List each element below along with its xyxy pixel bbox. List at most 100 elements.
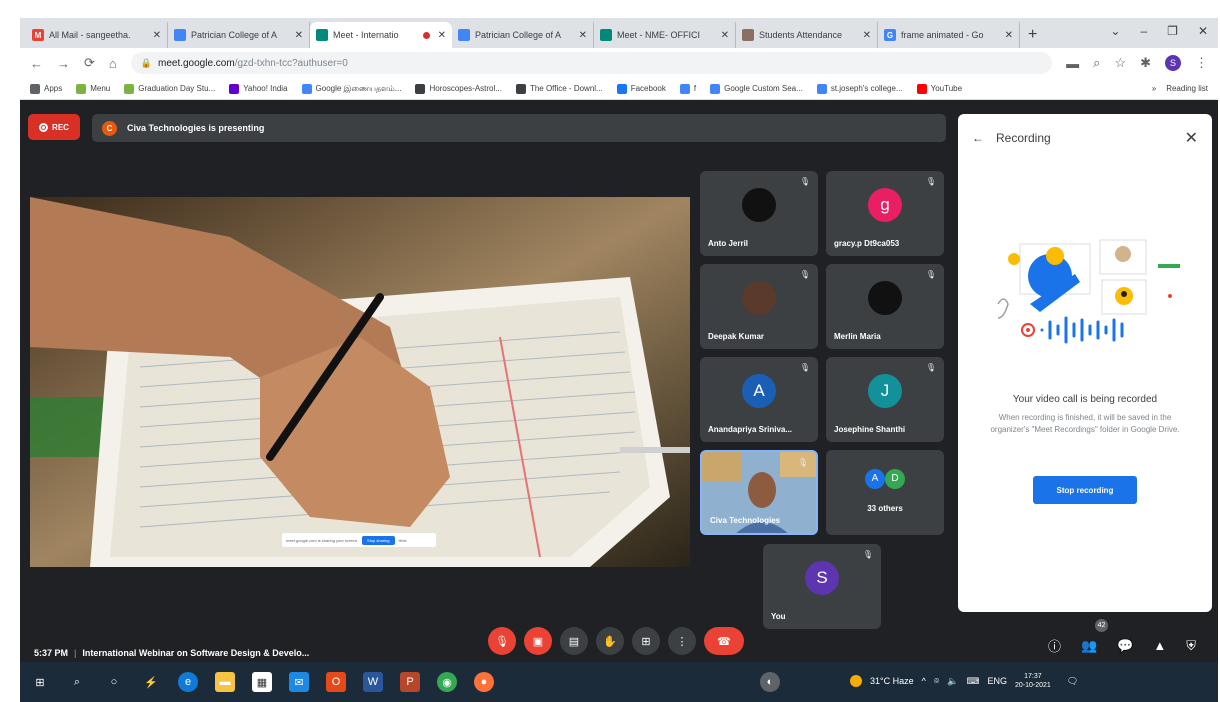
stop-sharing-button[interactable]: Stop sharing bbox=[362, 535, 395, 545]
tab-1[interactable]: Patrician College of A ✕ bbox=[168, 22, 310, 48]
close-tab-icon[interactable]: ✕ bbox=[721, 30, 729, 41]
extensions-icon[interactable]: ✱ bbox=[1140, 55, 1151, 71]
close-tab-icon[interactable]: ✕ bbox=[579, 30, 587, 41]
camera-icon[interactable]: ▬ bbox=[1066, 56, 1079, 71]
muted-mic-icon: 🎙 bbox=[925, 177, 936, 186]
mic-off-icon[interactable]: 🎙 bbox=[488, 627, 516, 655]
bookmark-item[interactable]: Facebook bbox=[616, 83, 666, 94]
lock-icon[interactable]: 🔒 bbox=[141, 58, 152, 69]
language-indicator[interactable]: ENG bbox=[987, 676, 1007, 686]
volume-icon[interactable]: 🔈 bbox=[947, 676, 958, 687]
rec-label: REC bbox=[52, 122, 69, 132]
firefox-icon[interactable]: ● bbox=[474, 672, 494, 692]
file-explorer-icon[interactable]: ▬ bbox=[215, 672, 235, 692]
search-icon[interactable]: ⌕ bbox=[67, 672, 87, 692]
reload-icon[interactable]: ⟳ bbox=[84, 55, 95, 71]
weather-text[interactable]: 31°C Haze bbox=[870, 676, 914, 686]
bookmark-item[interactable]: st.joseph's college... bbox=[816, 83, 903, 94]
more-options-icon[interactable]: ⋮ bbox=[668, 627, 696, 655]
bookmark-item[interactable]: Yahoo! India bbox=[229, 83, 288, 94]
zoom-icon[interactable]: ⌕ bbox=[1093, 55, 1100, 71]
participant-name: Josephine Shanthi bbox=[834, 425, 906, 434]
close-tab-icon[interactable]: ✕ bbox=[295, 30, 303, 41]
participant-tile[interactable]: A 🎙 Anandapriya Sriniva... bbox=[700, 357, 818, 442]
chat-icon[interactable]: 💬 bbox=[1117, 638, 1133, 654]
minimize-icon[interactable]: – bbox=[1140, 24, 1147, 38]
office-icon[interactable]: O bbox=[326, 672, 346, 692]
bookmark-item[interactable]: f bbox=[679, 83, 696, 94]
mail-icon[interactable]: ✉ bbox=[289, 672, 309, 692]
tray-overflow-icon[interactable]: ^ bbox=[922, 676, 926, 686]
bookmark-item[interactable]: Apps bbox=[30, 83, 62, 94]
bookmarks-more-icon[interactable]: » bbox=[1152, 84, 1156, 93]
keyboard-icon[interactable]: ⌨ bbox=[966, 676, 979, 687]
participant-tile[interactable]: g 🎙 gracy.p Dt9ca053 bbox=[826, 171, 944, 256]
host-controls-icon[interactable]: ⛨ bbox=[1186, 638, 1196, 654]
bookmark-item[interactable]: Google இணையதளம்... bbox=[301, 83, 401, 94]
bookmark-favicon-icon bbox=[415, 83, 426, 94]
app-icon[interactable]: ◐ bbox=[760, 672, 780, 692]
bookmark-item[interactable]: Menu bbox=[76, 83, 110, 94]
participant-tile[interactable]: 🎙 Anto Jerril bbox=[700, 171, 818, 256]
tab-3[interactable]: Patrician College of A ✕ bbox=[452, 22, 594, 48]
chrome-icon[interactable]: ◉ bbox=[437, 672, 457, 692]
star-icon[interactable]: ☆ bbox=[1114, 55, 1126, 71]
participant-tile[interactable]: A D 33 others bbox=[826, 450, 944, 535]
end-call-icon[interactable]: ☎ bbox=[704, 627, 744, 655]
windows-start-icon[interactable]: ⊞ bbox=[30, 672, 50, 692]
tab-search-icon[interactable]: ⌄ bbox=[1110, 24, 1120, 38]
cortana-icon[interactable]: ○ bbox=[104, 672, 124, 692]
close-tab-icon[interactable]: ✕ bbox=[1005, 30, 1013, 41]
close-tab-icon[interactable]: ✕ bbox=[153, 30, 161, 41]
bookmark-item[interactable]: Horoscopes-Astrol... bbox=[415, 83, 502, 94]
store-icon[interactable]: ▦ bbox=[252, 672, 272, 692]
camera-off-icon[interactable]: ▣ bbox=[524, 627, 552, 655]
taskbar-clock[interactable]: 17:37 20-10-2021 bbox=[1015, 672, 1051, 690]
maximize-icon[interactable]: ❐ bbox=[1167, 24, 1178, 38]
participant-tile[interactable]: 🎙 Civa Technologies bbox=[700, 450, 818, 535]
address-bar[interactable]: 🔒 meet.google.com/gzd-txhn-tcc?authuser=… bbox=[130, 52, 1053, 74]
bookmark-item[interactable]: Graduation Day Stu... bbox=[124, 83, 215, 94]
back-arrow-icon[interactable]: ← bbox=[972, 131, 984, 145]
stop-recording-button[interactable]: Stop recording bbox=[1033, 476, 1137, 504]
close-icon[interactable]: ✕ bbox=[1185, 128, 1198, 148]
participant-tile[interactable]: S 🎙 You bbox=[763, 544, 881, 629]
tab-6[interactable]: Gframe animated - Go ✕ bbox=[878, 22, 1020, 48]
tab-0[interactable]: M All Mail - sangeetha. ✕ bbox=[26, 22, 168, 48]
tab-2[interactable]: Meet - Internatio ✕ bbox=[310, 22, 452, 48]
people-icon[interactable]: 👥 bbox=[1081, 638, 1097, 654]
close-window-icon[interactable]: ✕ bbox=[1198, 24, 1208, 38]
weather-icon[interactable] bbox=[850, 675, 862, 687]
captions-icon[interactable]: ▤ bbox=[560, 627, 588, 655]
doc-icon bbox=[742, 29, 754, 41]
tab-5[interactable]: Students Attendance ✕ bbox=[736, 22, 878, 48]
raise-hand-icon[interactable]: ✋ bbox=[596, 627, 624, 655]
info-icon[interactable]: ⓘ bbox=[1048, 636, 1061, 655]
notifications-icon[interactable]: 🗨 bbox=[1067, 676, 1078, 687]
present-icon[interactable]: ⊞ bbox=[632, 627, 660, 655]
close-tab-icon[interactable]: ✕ bbox=[863, 30, 871, 41]
back-icon[interactable]: ← bbox=[30, 56, 43, 71]
reading-list-button[interactable]: Reading list bbox=[1166, 84, 1208, 93]
task-view-icon[interactable]: ⚡ bbox=[141, 672, 161, 692]
menu-icon[interactable]: ⋮ bbox=[1195, 55, 1208, 71]
tab-4[interactable]: Meet - NME- OFFICI ✕ bbox=[594, 22, 736, 48]
bookmark-item[interactable]: YouTube bbox=[916, 83, 962, 94]
participant-tile[interactable]: 🎙 Deepak Kumar bbox=[700, 264, 818, 349]
edge-icon[interactable]: e bbox=[178, 672, 198, 692]
word-icon[interactable]: W bbox=[363, 672, 383, 692]
new-tab-button[interactable]: + bbox=[1028, 26, 1037, 44]
forward-icon[interactable]: → bbox=[57, 56, 70, 71]
network-icon[interactable]: ⌾ bbox=[934, 676, 939, 687]
panel-title: Recording bbox=[996, 131, 1051, 145]
bookmark-item[interactable]: Google Custom Sea... bbox=[710, 83, 803, 94]
close-tab-icon[interactable]: ✕ bbox=[438, 30, 446, 41]
participant-tile[interactable]: 🎙 Merlin Maria bbox=[826, 264, 944, 349]
bookmark-item[interactable]: The Office - Downl... bbox=[515, 83, 603, 94]
profile-avatar[interactable]: S bbox=[1165, 55, 1181, 71]
hide-button[interactable]: Hide bbox=[399, 538, 407, 543]
home-icon[interactable]: ⌂ bbox=[109, 56, 117, 71]
participant-tile[interactable]: J 🎙 Josephine Shanthi bbox=[826, 357, 944, 442]
activities-icon[interactable]: ▲ bbox=[1153, 638, 1166, 653]
powerpoint-icon[interactable]: P bbox=[400, 672, 420, 692]
